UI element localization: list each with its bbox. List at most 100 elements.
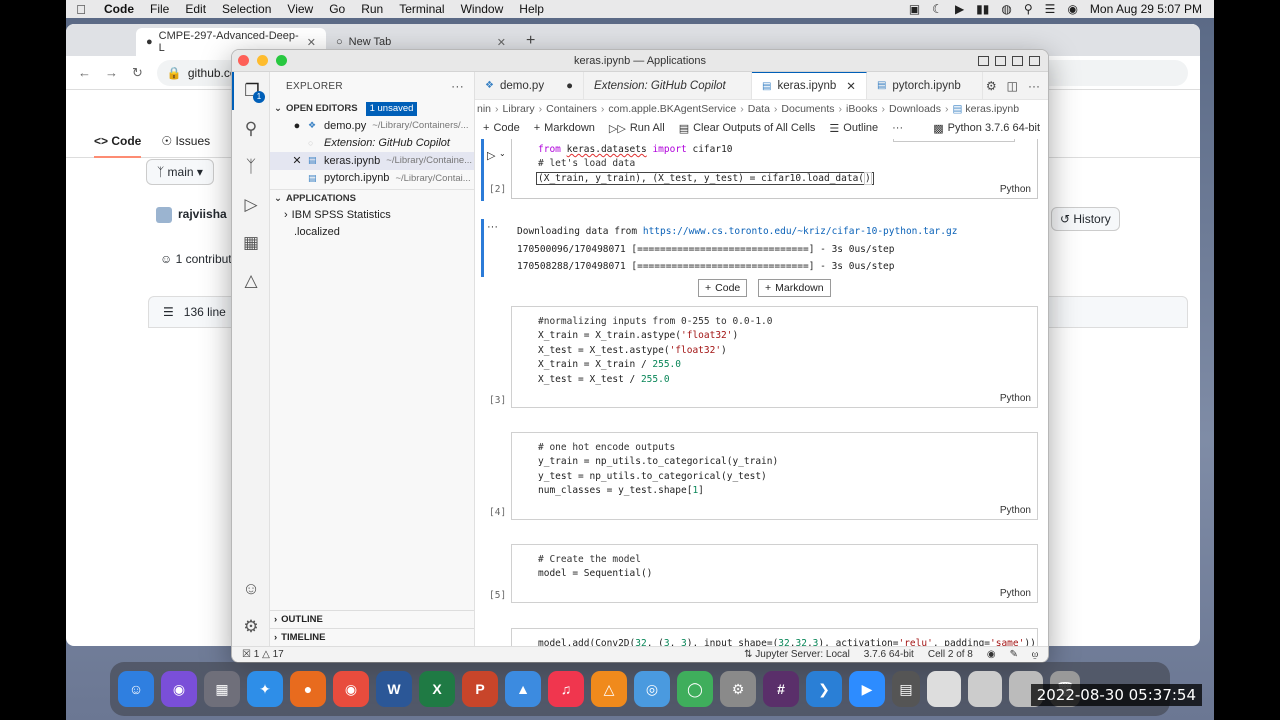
recent-doc-icon[interactable] bbox=[927, 671, 961, 707]
cell-language[interactable]: Python bbox=[1000, 588, 1031, 599]
cell-language[interactable]: Python bbox=[1000, 184, 1031, 195]
code-cell-2[interactable]: from keras.datasets import cifar10 # let… bbox=[511, 139, 1038, 199]
settings-gear-icon[interactable]: ⚙ bbox=[232, 608, 270, 646]
menu-window[interactable]: Window bbox=[453, 2, 512, 16]
close-icon[interactable]: ✕ bbox=[497, 36, 506, 49]
launchpad-icon[interactable]: ▦ bbox=[204, 671, 240, 707]
tab-copilot-extension[interactable]: Extension: GitHub Copilot bbox=[584, 72, 753, 99]
open-editor-keras-ipynb[interactable]: ✕ ▤ keras.ipynb ~/Library/Containe... bbox=[270, 152, 474, 170]
run-cell-play-icon[interactable]: ▷ bbox=[487, 149, 495, 162]
outline-section[interactable]: › OUTLINE bbox=[270, 610, 474, 628]
code-cell-3[interactable]: #normalizing inputs from 0-255 to 0.0-1.… bbox=[511, 306, 1038, 408]
menu-view[interactable]: View bbox=[279, 2, 321, 16]
cell-source[interactable]: model.add(Conv2D(32, (3, 3), input_shape… bbox=[512, 629, 1037, 646]
excel-icon[interactable]: X bbox=[419, 671, 455, 707]
menu-edit[interactable]: Edit bbox=[177, 2, 214, 16]
branch-selector[interactable]: ᛉ main ▾ bbox=[146, 159, 214, 185]
clear-outputs-button[interactable]: ▤ Clear Outputs of All Cells bbox=[679, 122, 816, 135]
chevron-down-icon[interactable]: ⌄ bbox=[499, 149, 506, 158]
tab-demo-py[interactable]: ❖ demo.py ● bbox=[475, 72, 585, 99]
battery-icon[interactable]: ▮▮ bbox=[976, 2, 989, 16]
breadcrumb-item[interactable]: nin bbox=[477, 103, 491, 115]
timeline-section[interactable]: › TIMELINE bbox=[270, 628, 474, 646]
window-close-button[interactable] bbox=[238, 55, 249, 66]
code-cell-6[interactable]: model.add(Conv2D(32, (3, 3), input_shape… bbox=[511, 628, 1038, 646]
outline-button[interactable]: ☰ Outline bbox=[829, 122, 878, 135]
gh-tab-issues[interactable]: ☉ Issues bbox=[161, 134, 210, 148]
vscode-icon[interactable]: ❯ bbox=[806, 671, 842, 707]
play-icon[interactable]: ▶ bbox=[955, 2, 964, 16]
cell-language[interactable]: Python bbox=[1000, 505, 1031, 516]
more-actions-icon[interactable]: ··· bbox=[451, 79, 464, 93]
account-icon[interactable]: ☺ bbox=[232, 570, 270, 608]
menu-help[interactable]: Help bbox=[511, 2, 552, 16]
run-debug-icon[interactable]: ▷ bbox=[232, 186, 270, 224]
reload-icon[interactable]: ↻ bbox=[132, 65, 143, 81]
chrome-icon[interactable]: ◉ bbox=[333, 671, 369, 707]
notifications-bell-icon[interactable]: ⍹ bbox=[1032, 649, 1038, 660]
code-cell-5[interactable]: # Create the model model = Sequential() … bbox=[511, 544, 1038, 603]
insert-markdown-cell-button[interactable]: + Markdown bbox=[758, 279, 831, 297]
apple-icon[interactable]:  bbox=[66, 2, 96, 17]
cell-language[interactable]: Python bbox=[1000, 393, 1031, 404]
wifi-icon[interactable]: ◍ bbox=[1001, 2, 1011, 16]
customize-layout-icon[interactable] bbox=[1029, 55, 1040, 66]
close-icon[interactable]: ✕ bbox=[307, 36, 316, 49]
toggle-secondary-sidebar-icon[interactable] bbox=[1012, 55, 1023, 66]
close-icon[interactable]: ✕ bbox=[846, 79, 856, 93]
toggle-sidebar-icon[interactable] bbox=[978, 55, 989, 66]
cell-source[interactable]: from keras.datasets import cifar10 # let… bbox=[512, 139, 1037, 186]
problems-indicator[interactable]: ☒ 1 △ 17 bbox=[242, 649, 284, 660]
code-cell-4[interactable]: # one hot encode outputs y_train = np_ut… bbox=[511, 432, 1038, 520]
menu-terminal[interactable]: Terminal bbox=[391, 2, 452, 16]
recent-doc-icon[interactable]: ▤ bbox=[892, 671, 920, 707]
powerpoint-icon[interactable]: P bbox=[462, 671, 498, 707]
breadcrumb-item[interactable]: com.apple.BKAgentService bbox=[608, 103, 736, 115]
focus-moon-icon[interactable]: ☾ bbox=[932, 2, 943, 16]
menu-file[interactable]: File bbox=[142, 2, 177, 16]
window-minimize-button[interactable] bbox=[257, 55, 268, 66]
output-link[interactable]: https://www.cs.toronto.edu/~kriz/cifar-1… bbox=[643, 226, 958, 237]
firefox-icon[interactable]: ● bbox=[290, 671, 326, 707]
split-editor-icon[interactable]: ◫ bbox=[1007, 79, 1018, 93]
jupyter-server-status[interactable]: ⇅ Jupyter Server: Local bbox=[744, 649, 850, 660]
menu-app-name[interactable]: Code bbox=[96, 2, 142, 16]
recent-doc-icon[interactable] bbox=[968, 671, 1002, 707]
copilot-icon[interactable]: ◉ bbox=[987, 649, 996, 660]
safari-icon[interactable]: ✦ bbox=[247, 671, 283, 707]
insert-code-cell-button[interactable]: + Code bbox=[698, 279, 748, 297]
explorer-files-icon[interactable]: ❐ 1 bbox=[232, 72, 270, 110]
kernel-picker[interactable]: ▩ Python 3.7.6 64-bit bbox=[933, 122, 1048, 135]
source-control-icon[interactable]: ᛉ bbox=[232, 148, 270, 186]
vlc-icon[interactable]: △ bbox=[591, 671, 627, 707]
cell-source[interactable]: # one hot encode outputs y_train = np_ut… bbox=[512, 433, 1037, 499]
finder-icon[interactable]: ☺ bbox=[118, 671, 154, 707]
window-zoom-button[interactable] bbox=[276, 55, 287, 66]
cell-position-status[interactable]: Cell 2 of 8 bbox=[928, 649, 973, 660]
breadcrumb-item[interactable]: Data bbox=[748, 103, 770, 115]
contributors-link[interactable]: ☺ 1 contribut bbox=[160, 252, 232, 266]
slack-icon[interactable]: # bbox=[763, 671, 799, 707]
tab-keras-ipynb[interactable]: ▤ keras.ipynb ✕ bbox=[752, 72, 867, 99]
open-editor-demo-py[interactable]: ● ❖ demo.py ~/Library/Containers/... bbox=[270, 117, 474, 135]
gh-tab-code[interactable]: <> Code bbox=[94, 134, 142, 158]
menu-selection[interactable]: Selection bbox=[214, 2, 279, 16]
network-globe-icon[interactable]: ◎ bbox=[634, 671, 670, 707]
screen-mirror-icon[interactable]: ▣ bbox=[909, 2, 920, 16]
breadcrumb-item[interactable]: Documents bbox=[781, 103, 834, 115]
open-editor-copilot[interactable]: ○ Extension: GitHub Copilot bbox=[270, 135, 474, 153]
cell-source[interactable]: # Create the model model = Sequential() bbox=[512, 545, 1037, 582]
menu-go[interactable]: Go bbox=[321, 2, 353, 16]
back-arrow-icon[interactable]: ← bbox=[78, 65, 91, 80]
zoom-icon[interactable]: ▶ bbox=[849, 671, 885, 707]
tree-item-ibm-spss[interactable]: › IBM SPSS Statistics bbox=[270, 206, 474, 224]
gear-icon[interactable]: ⚙ bbox=[986, 79, 997, 93]
applications-section[interactable]: ⌄ APPLICATIONS bbox=[270, 189, 474, 206]
search-icon[interactable]: ⚲ bbox=[232, 110, 270, 148]
anaconda-icon[interactable]: ◯ bbox=[677, 671, 713, 707]
python-version-status[interactable]: 3.7.6 64-bit bbox=[864, 649, 914, 660]
control-center-icon[interactable]: ☰ bbox=[1045, 2, 1056, 16]
open-editor-pytorch-ipynb[interactable]: ▤ pytorch.ipynb ~/Library/Contai... bbox=[270, 170, 474, 188]
breadcrumb-item[interactable]: Downloads bbox=[889, 103, 941, 115]
testing-flask-icon[interactable]: △ bbox=[232, 262, 270, 300]
